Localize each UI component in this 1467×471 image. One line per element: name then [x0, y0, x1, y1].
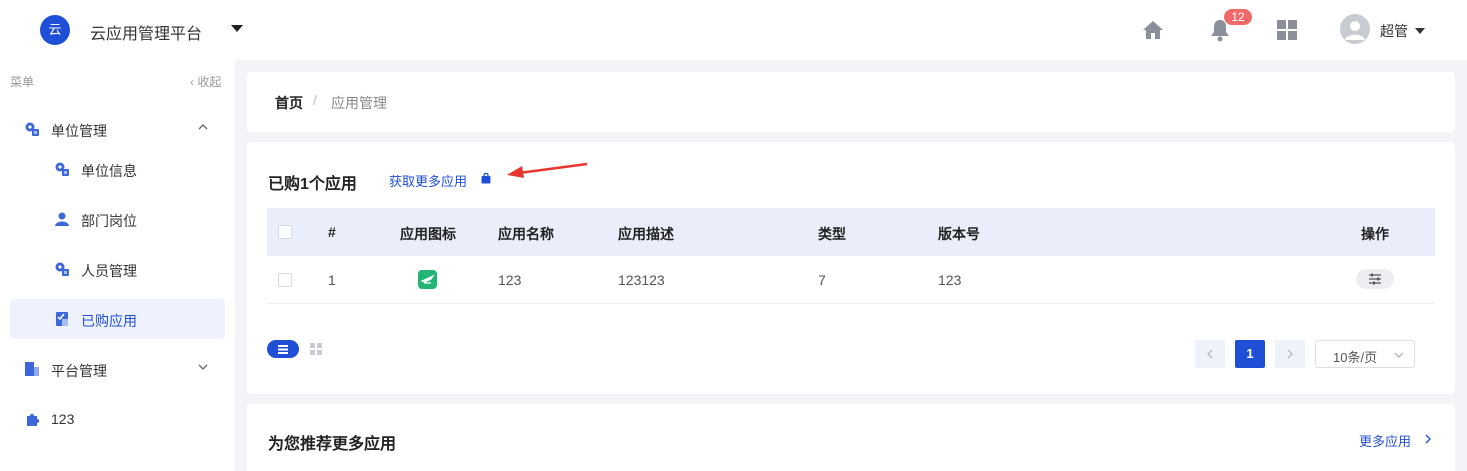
chevron-down-icon	[198, 364, 208, 370]
sidebar-item-label: 123	[51, 411, 75, 427]
app-name: 123	[498, 272, 522, 288]
notification-badge: 12	[1224, 9, 1252, 25]
breadcrumb: 首页 / 应用管理	[247, 72, 1455, 132]
org-gear-icon	[25, 122, 39, 136]
column-header: 应用图标	[400, 226, 456, 242]
menu-caption: 菜单	[10, 75, 35, 89]
username[interactable]: 超管	[1380, 21, 1408, 41]
recommend-panel: 为您推荐更多应用 更多应用	[247, 404, 1455, 471]
chevron-left-icon	[1207, 349, 1213, 359]
app-title[interactable]: 云应用管理平台	[90, 20, 202, 44]
sidebar-item-123[interactable]: 123	[10, 399, 225, 439]
sidebar-item-label: 部门岗位	[81, 213, 137, 229]
home-icon[interactable]	[1141, 18, 1165, 42]
purchased-app-icon	[56, 312, 68, 326]
app-icon	[418, 270, 437, 289]
chevron-up-icon	[198, 124, 208, 130]
more-apps-link[interactable]: 更多应用	[1359, 431, 1411, 450]
collapse-button[interactable]: ‹ 收起	[190, 73, 221, 90]
breadcrumb-separator: /	[313, 92, 317, 108]
user-menu-caret-icon[interactable]	[1415, 28, 1425, 34]
row-checkbox[interactable]	[278, 273, 292, 287]
sidebar-item-label: 单位管理	[51, 123, 107, 139]
page-size-value: 10条/页	[1333, 350, 1378, 365]
building-icon	[25, 362, 39, 376]
person-icon	[55, 212, 69, 226]
column-header: 操作	[1361, 226, 1389, 242]
next-page-button[interactable]	[1275, 340, 1305, 368]
sidebar-item-label: 已购应用	[81, 313, 137, 329]
annotation-arrow-icon	[507, 162, 588, 178]
sidebar-item-unit-info[interactable]: 单位信息	[10, 149, 225, 189]
section-title: 已购1个应用	[268, 176, 357, 193]
app-description: 123123	[618, 272, 665, 288]
sidebar-item-unit-management[interactable]: 单位管理	[10, 109, 225, 149]
puzzle-icon	[27, 413, 40, 426]
sidebar-item-purchased-apps[interactable]: 已购应用	[10, 299, 225, 339]
table-row: 1 123 123123 7 123	[267, 256, 1435, 304]
breadcrumb-current: 应用管理	[331, 95, 387, 111]
sidebar-item-label: 平台管理	[51, 363, 107, 379]
table-header: # 应用图标 应用名称 应用描述 类型 版本号 操作	[267, 208, 1435, 256]
apps-grid-icon[interactable]	[1275, 18, 1299, 42]
breadcrumb-home[interactable]: 首页	[275, 93, 303, 113]
row-index: 1	[328, 272, 336, 288]
sidebar-item-personnel[interactable]: 人员管理	[10, 249, 225, 289]
sidebar-item-label: 人员管理	[81, 263, 137, 279]
list-icon	[278, 345, 288, 354]
org-gear-icon	[55, 162, 69, 176]
top-header: 云 云应用管理平台 12 超管	[0, 0, 1467, 60]
prev-page-button[interactable]	[1195, 340, 1225, 368]
purchased-apps-panel: 已购1个应用 获取更多应用 # 应用图标 应用名称 应用描述 类型 版本号 操作…	[247, 142, 1455, 394]
sidebar-item-platform-management[interactable]: 平台管理	[10, 349, 225, 389]
page-number-current[interactable]: 1	[1235, 340, 1265, 368]
get-more-apps-link[interactable]: 获取更多应用	[389, 171, 467, 190]
select-all-checkbox[interactable]	[278, 225, 292, 239]
caret-down-icon[interactable]	[231, 25, 243, 32]
chevron-down-icon	[1394, 352, 1404, 358]
column-header: 应用描述	[618, 226, 674, 242]
chevron-right-icon[interactable]	[1423, 433, 1433, 445]
sliders-icon	[1369, 273, 1381, 285]
column-header: #	[328, 224, 336, 240]
sidebar-item-label: 单位信息	[81, 163, 137, 179]
column-header: 类型	[818, 226, 846, 242]
app-type: 7	[818, 272, 826, 288]
column-header: 应用名称	[498, 226, 554, 242]
avatar[interactable]	[1340, 14, 1370, 44]
chevron-right-icon	[1287, 349, 1293, 359]
sidebar: 菜单 ‹ 收起 单位管理 单位信息 部门岗位 人员管理 已购应用 平台管理 12…	[0, 60, 235, 471]
grid-view-icon[interactable]	[310, 343, 322, 355]
settings-button[interactable]	[1356, 269, 1394, 289]
list-view-toggle[interactable]	[267, 340, 299, 358]
app-logo[interactable]: 云	[40, 15, 70, 45]
column-header: 版本号	[938, 226, 980, 242]
page-size-select[interactable]: 10条/页	[1315, 340, 1415, 368]
app-version: 123	[938, 272, 962, 288]
recommend-title: 为您推荐更多应用	[268, 436, 397, 453]
sidebar-item-departments[interactable]: 部门岗位	[10, 199, 225, 239]
shopping-bag-icon[interactable]	[480, 172, 492, 184]
plane-icon	[420, 274, 435, 284]
people-gear-icon	[55, 262, 69, 276]
user-silhouette-icon	[1345, 21, 1365, 40]
